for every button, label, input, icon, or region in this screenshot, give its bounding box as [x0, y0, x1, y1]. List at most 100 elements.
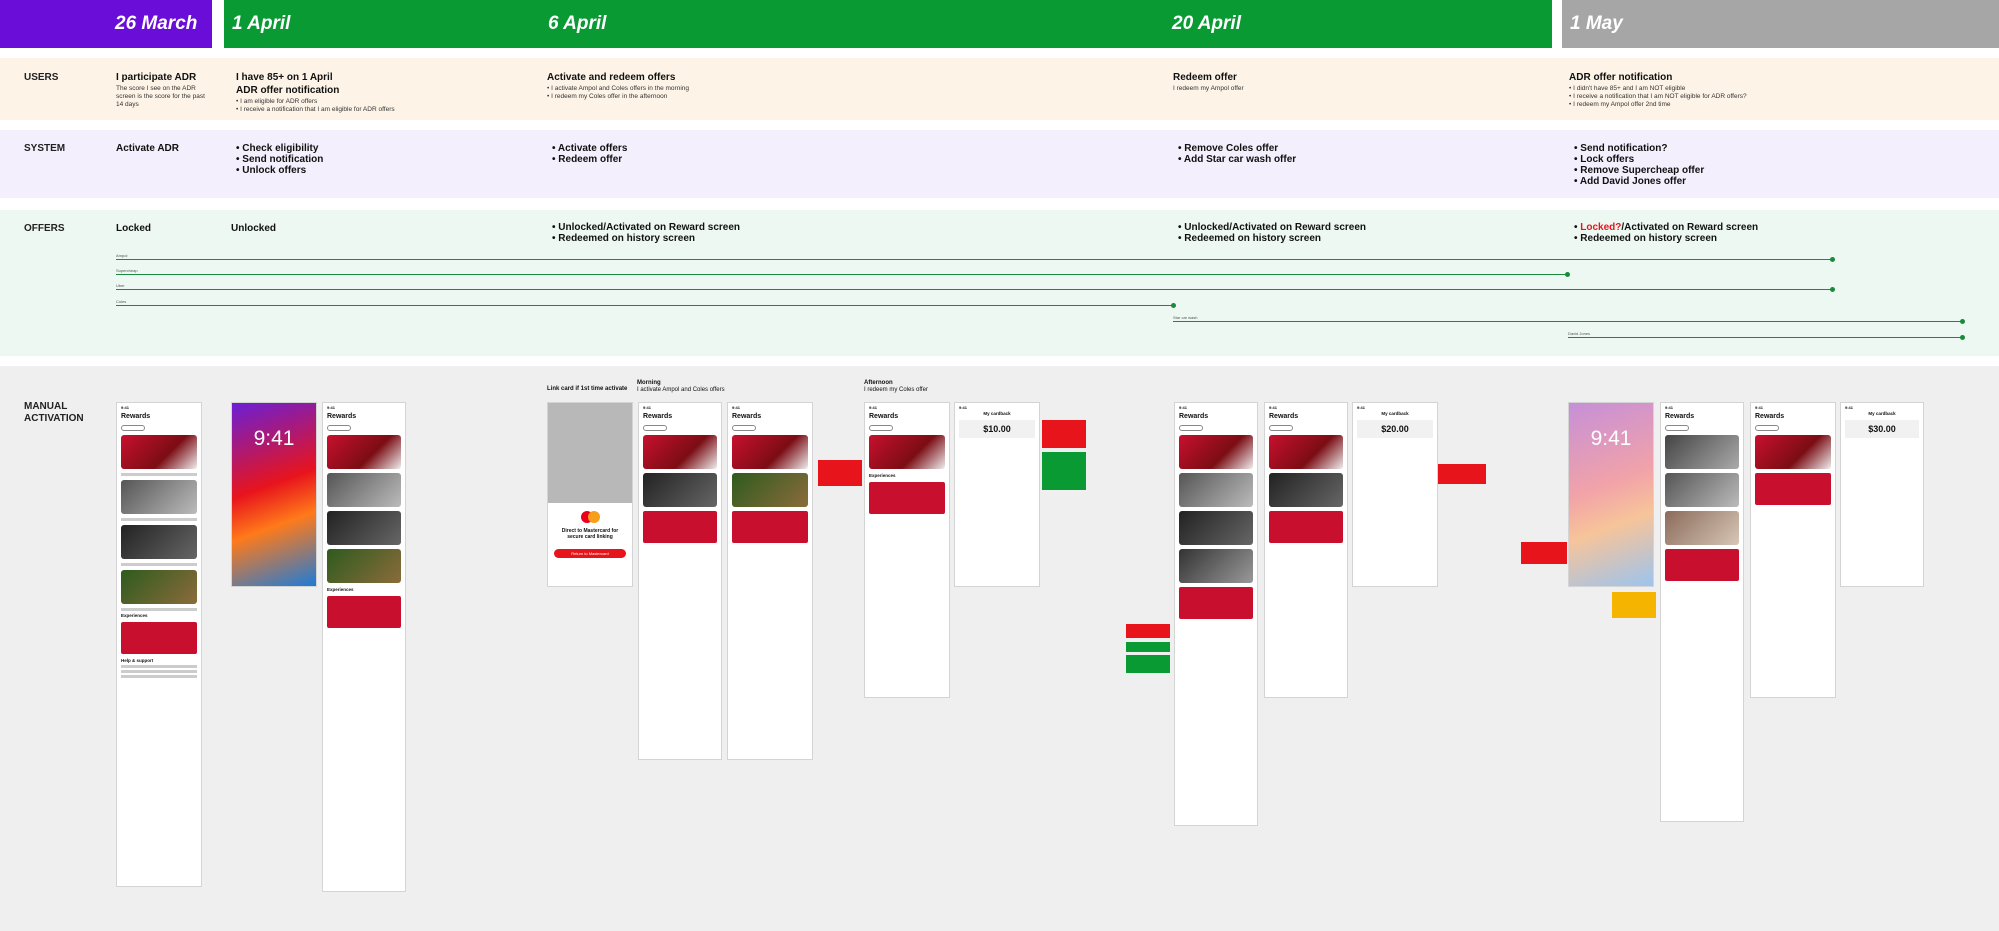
system-c4-item: Remove Coles offer: [1178, 143, 1348, 154]
offer-text: [121, 563, 197, 566]
experiences-banner[interactable]: [121, 622, 197, 654]
system-c3-item: Activate offers: [552, 143, 702, 154]
status-bar: 9:41: [327, 405, 336, 410]
help-row[interactable]: [121, 665, 197, 668]
users-c2-bold1-text: I have 85+ on 1 April: [236, 72, 333, 83]
timeline-label-ampol: Ampol: [116, 253, 128, 258]
status-bar: 9:41: [643, 405, 652, 410]
screen-rewards-1-april: 9:41 Rewards Experiences: [322, 402, 406, 892]
experiences-banner[interactable]: [1179, 587, 1253, 619]
status-bar: 9:41: [1269, 405, 1278, 410]
offers-c5-item: Locked?/Activated on Reward screen: [1574, 222, 1794, 233]
screen-rewards-20-april-1: 9:41 Rewards: [1174, 402, 1258, 826]
timeline-ampol: [116, 257, 1835, 262]
offer-image-ampol: [1179, 435, 1253, 469]
activated-tab[interactable]: [869, 425, 893, 431]
screen-rewards-1-may-2: 9:41 Rewards: [1750, 402, 1836, 698]
experiences-banner[interactable]: [869, 482, 945, 514]
annotation-red: [1521, 542, 1567, 564]
system-c5-item: Add David Jones offer: [1574, 176, 1754, 187]
cardback-amount: $20.00: [1357, 420, 1433, 438]
offers-tab[interactable]: [327, 425, 351, 431]
experiences-banner[interactable]: [1269, 511, 1343, 543]
experiences-banner[interactable]: [643, 511, 717, 543]
timeline-end-dot: [1830, 287, 1835, 292]
offer-image-star-car-wash: [1179, 549, 1253, 583]
users-c2-item: I am eligible for ADR offers: [236, 98, 406, 106]
timeline-david-jones: [1568, 335, 1965, 340]
experiences-heading: Experiences: [869, 473, 896, 478]
offers-c5-rest: /Activated on Reward screen: [1621, 222, 1759, 233]
timeline-label-uber: Uber: [116, 283, 125, 288]
mastercard-logo: [548, 503, 632, 525]
offer-image-ampol: [869, 435, 945, 469]
offer-text: [121, 608, 197, 611]
offers-tab[interactable]: [643, 425, 667, 431]
help-row[interactable]: [121, 670, 197, 673]
offer-image-uber: [1179, 511, 1253, 545]
offers-tab[interactable]: [1665, 425, 1689, 431]
users-c2-item: I receive a notification that I am eligi…: [236, 106, 406, 114]
offer-text: [121, 518, 197, 521]
offer-image-supercheap: [121, 480, 197, 514]
offers-c1: Locked: [116, 223, 152, 234]
users-6-april: Activate and redeem offers I activate Am…: [547, 72, 747, 101]
activated-tab[interactable]: [1269, 425, 1293, 431]
offer-image-uber: [643, 473, 717, 507]
users-c1-sub: The score I see on the ADR screen is the…: [116, 85, 205, 108]
lane-label-system: SYSTEM: [24, 143, 66, 154]
users-c5-title: ADR offer notification: [1569, 72, 1673, 83]
experiences-banner[interactable]: [1755, 473, 1831, 505]
screen-title: Rewards: [1179, 413, 1209, 420]
offer-image-ampol: [121, 435, 197, 469]
offers-tab[interactable]: [121, 425, 145, 431]
activated-tab[interactable]: [1755, 425, 1779, 431]
timeline-end-dot: [1171, 303, 1176, 308]
timeline-label-star-car-wash: Star car wash: [1173, 315, 1198, 320]
users-c4-sub: I redeem my Ampol offer: [1173, 85, 1244, 92]
offer-image-david-jones: [1665, 511, 1739, 545]
offers-c4-item: Redeemed on history screen: [1178, 233, 1398, 244]
annotation-red: [818, 460, 862, 486]
annotation-green: [1126, 655, 1170, 673]
annotation-red: [1126, 624, 1170, 638]
offer-image-ampol: [1269, 435, 1343, 469]
offers-6-april: Unlocked/Activated on Reward screen Rede…: [552, 222, 772, 244]
system-c4-item: Add Star car wash offer: [1178, 154, 1348, 165]
afternoon-sub: I redeem my Coles offer: [864, 387, 928, 393]
morning-sub: I activate Ampol and Coles offers: [637, 387, 725, 393]
timeline-supercheap: [116, 272, 1570, 277]
cardback-title: My cardback: [1381, 411, 1409, 416]
mastercard-button[interactable]: Return to Mastercard: [554, 549, 626, 558]
screen-title: Rewards: [1269, 413, 1299, 420]
help-row[interactable]: [121, 675, 197, 678]
lock-time: 9:41: [253, 427, 295, 450]
offers-c4-item: Unlocked/Activated on Reward screen: [1178, 222, 1398, 233]
afternoon-label: Afternoon: [864, 380, 893, 386]
timeline-label-coles: Coles: [116, 299, 127, 304]
users-c2-bold2-text: ADR offer notification: [236, 85, 340, 96]
experiences-banner[interactable]: [327, 596, 401, 628]
activated-tab[interactable]: [732, 425, 756, 431]
offer-image-ampol: [643, 435, 717, 469]
cardback-amount: $30.00: [1845, 420, 1919, 438]
users-c3-title: Activate and redeem offers: [547, 72, 676, 83]
users-20-april: Redeem offer I redeem my Ampol offer: [1173, 72, 1323, 93]
annotation-red: [1042, 420, 1086, 448]
experiences-banner[interactable]: [1665, 549, 1739, 581]
offers-tab[interactable]: [1179, 425, 1203, 431]
system-1-may: Send notification? Lock offers Remove Su…: [1574, 143, 1754, 187]
timeline-label-supercheap: Supercheap: [116, 268, 138, 273]
experiences-banner[interactable]: [732, 511, 808, 543]
users-c3-item: I activate Ampol and Coles offers in the…: [547, 85, 747, 93]
annotation-yellow: [1612, 592, 1656, 618]
cardback-title: My cardback: [983, 411, 1011, 416]
cardback-title: My cardback: [1868, 411, 1896, 416]
screen-rewards-1-may-1: 9:41 Rewards: [1660, 402, 1744, 822]
status-bar: 9:41: [1357, 405, 1366, 410]
lane-label-offers: OFFERS: [24, 223, 65, 234]
header-1-april: 1 April: [224, 0, 544, 48]
offers-c2: Unlocked: [231, 223, 277, 234]
header-26-march: 26 March: [0, 0, 212, 48]
screen-rewards-20-april-2: 9:41 Rewards: [1264, 402, 1348, 698]
